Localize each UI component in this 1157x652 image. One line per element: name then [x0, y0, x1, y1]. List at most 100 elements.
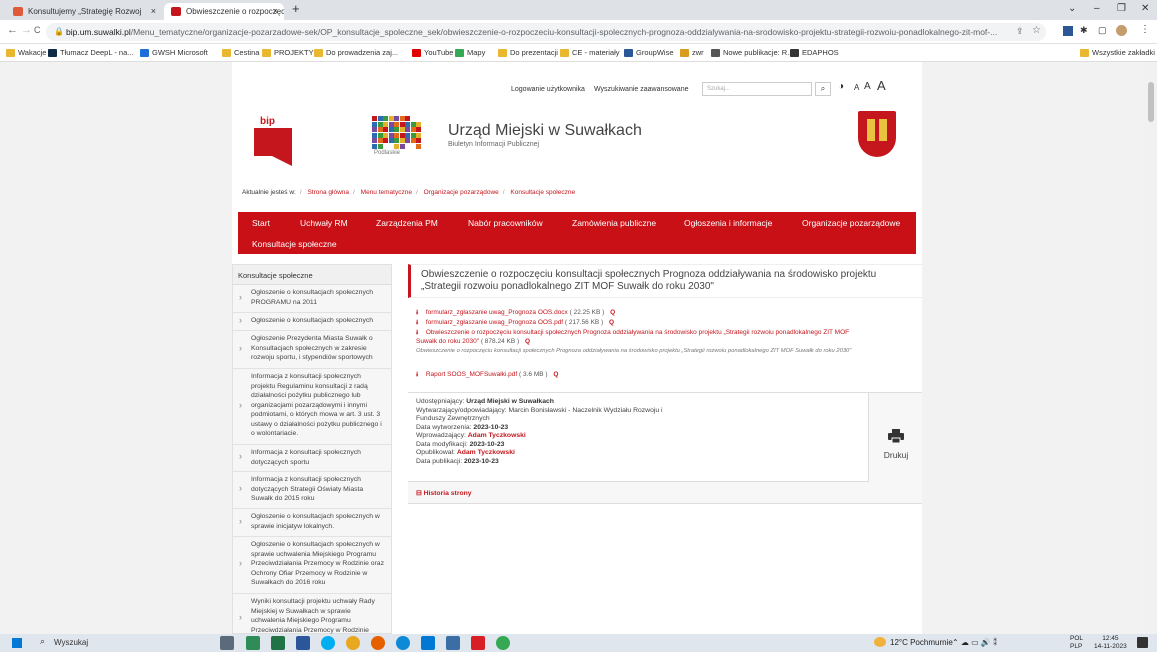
sidebar-item[interactable]: Ogłoszenie o konsultacjach społecznych P… [233, 285, 391, 313]
page-scrollbar[interactable] [1145, 62, 1157, 634]
new-tab-button[interactable]: + [292, 1, 300, 16]
menu-zamowienia[interactable]: Zamówienia publiczne [572, 218, 656, 228]
bookmark-item[interactable]: GroupWise [624, 47, 674, 59]
preview-icon[interactable]: Q [610, 309, 615, 316]
search-icon[interactable]: ⌕ [815, 82, 831, 96]
bookmark-item[interactable]: GWSH Microsoft [140, 47, 208, 59]
sidebar-item[interactable]: Ogłoszenie Prezydenta Miasta Suwałk o Ko… [233, 331, 391, 369]
breadcrumb-home[interactable]: Strona główna [307, 189, 349, 196]
word-icon[interactable] [296, 636, 310, 650]
skype-icon[interactable] [321, 636, 335, 650]
breadcrumb-menu[interactable]: Menu tematyczne [361, 189, 412, 196]
extension-icon[interactable] [1063, 26, 1073, 36]
acrobat-icon[interactable] [471, 636, 485, 650]
attachment-obwieszczenie[interactable]: ⭳ Obwieszczenie o rozpoczęciu konsultacj… [416, 328, 849, 337]
published-by-link[interactable]: Adam Tyczkowski [457, 449, 515, 456]
sidebar-item[interactable]: Informacja z konsultacji społecznych dot… [233, 445, 391, 472]
share-icon[interactable]: ⇪ [1016, 26, 1024, 37]
url-input[interactable]: 🔒 bip.um.suwalki.pl/Menu_tematyczne/orga… [46, 23, 1046, 41]
bookmark-item[interactable]: Wakacje [6, 47, 46, 59]
bookmark-item[interactable]: Cestina [222, 47, 259, 59]
page-history-link[interactable]: ⊟ Historia strony [408, 482, 922, 504]
minimize-button[interactable]: – [1094, 3, 1100, 14]
notifications-icon[interactable] [1137, 637, 1148, 648]
preview-icon[interactable]: Q [525, 338, 530, 345]
menu-start[interactable]: Start [252, 218, 270, 228]
menu-zarzadzenia[interactable]: Zarządzenia PM [376, 218, 438, 228]
sidebar-item[interactable]: Ogłoszenie o konsultacjach społecznych [233, 313, 391, 331]
taskbar-search[interactable]: Wyszukaj [54, 638, 88, 647]
kebab-menu-icon[interactable]: ⋮ [1140, 24, 1150, 35]
breadcrumb-ngo[interactable]: Organizacje pozarządowe [424, 189, 499, 196]
bookmark-item[interactable]: zwr [680, 47, 704, 59]
app-icon[interactable] [271, 636, 285, 650]
tray-icons[interactable]: ⌃ ☁ ▭ 🔊 ⁑ [952, 638, 997, 647]
attachment-raport[interactable]: ⭳ Raport SOOS_MOFSuwałki.pdf ( 3.6 MB ) … [416, 370, 558, 379]
preview-icon[interactable]: Q [609, 319, 614, 326]
chrome-active-icon[interactable] [496, 636, 510, 650]
sidebar-item[interactable]: Wyniki konsultacji projektu uchwały Rady… [233, 594, 391, 634]
puzzle-icon[interactable]: ✱ [1080, 25, 1088, 36]
mail-icon[interactable] [421, 636, 435, 650]
sidebar-item[interactable]: Ogłoszenie o konsultacjach społecznych w… [233, 537, 391, 594]
tab-obwieszczenie[interactable]: Obwieszczenie o rozpoczęciu k × [164, 3, 284, 20]
site-search-input[interactable]: Szukaj... [702, 82, 812, 96]
font-size-medium[interactable]: A [864, 81, 871, 92]
print-button[interactable]: Drukuj [868, 393, 922, 482]
search-icon[interactable]: ⌕ [40, 636, 45, 647]
firefox-icon[interactable] [371, 636, 385, 650]
sidebar-item[interactable]: Ogłoszenie o konsultacjach społecznych w… [233, 509, 391, 537]
bookmark-all[interactable]: Wszystkie zakładki [1080, 47, 1155, 59]
bookmark-item[interactable]: EDAPHOS [790, 47, 839, 59]
contrast-icon[interactable]: ◑ [838, 81, 844, 92]
restore-button[interactable]: ❐ [1117, 3, 1126, 14]
attachment-docx[interactable]: ⭳ formularz_zgłaszanie uwag_Prognoza OOS… [416, 308, 615, 317]
attachment-obwieszczenie-cont[interactable]: Suwałk do roku 2030" ( 878.24 KB ) Q [416, 337, 530, 346]
back-icon[interactable]: ← [7, 24, 18, 36]
menu-konsultacje[interactable]: Konsultacje społeczne [252, 239, 337, 249]
clock[interactable]: 12:45 14-11-2023 [1094, 635, 1127, 650]
windows-start-icon[interactable] [12, 638, 22, 648]
sidebar-item[interactable]: Informacja z konsultacji społecznych pro… [233, 369, 391, 445]
breadcrumb-consultations[interactable]: Konsultacje społeczne [510, 189, 575, 196]
tab-konsultujemy[interactable]: Konsultujemy „Strategię Rozwoj × [6, 3, 162, 20]
edge-icon[interactable] [396, 636, 410, 650]
app-icon[interactable] [246, 636, 260, 650]
bookmark-item[interactable]: YouTube [412, 47, 453, 59]
tab-close-icon[interactable]: × [273, 3, 278, 20]
profile-avatar-icon[interactable] [1116, 25, 1127, 36]
chrome-icon[interactable] [346, 636, 360, 650]
entered-link[interactable]: Adam Tyczkowski [468, 432, 526, 439]
menu-organizacje[interactable]: Organizacje pozarządowe [802, 218, 900, 228]
tab-close-icon[interactable]: × [151, 3, 156, 20]
bookmark-item[interactable]: PROJEKTY [262, 47, 314, 59]
task-view-icon[interactable] [220, 636, 234, 650]
menu-nabor[interactable]: Nabór pracowników [468, 218, 543, 228]
reload-icon[interactable]: C [34, 25, 41, 35]
menu-uchwaly[interactable]: Uchwały RM [300, 218, 348, 228]
lang-indicator[interactable]: POL PLP [1070, 635, 1083, 650]
login-link[interactable]: Logowanie użytkownika [511, 86, 585, 93]
close-window-button[interactable]: ✕ [1141, 3, 1149, 14]
bookmark-item[interactable]: Mapy [455, 47, 485, 59]
bookmark-item[interactable]: CE - materiały [560, 47, 620, 59]
app-icon[interactable] [446, 636, 460, 650]
bookmark-item[interactable]: Do prowadzenia zaj... [314, 47, 398, 59]
scrollbar-thumb[interactable] [1148, 82, 1154, 122]
font-size-large[interactable]: A [877, 78, 886, 93]
menu-ogloszenia[interactable]: Ogłoszenia i informacje [684, 218, 772, 228]
sidepanel-icon[interactable]: ▢ [1098, 25, 1107, 36]
bookmark-star-icon[interactable]: ☆ [1032, 25, 1041, 36]
bookmark-item[interactable]: Do prezentacji [498, 47, 558, 59]
advanced-search-link[interactable]: Wyszukiwanie zaawansowane [594, 86, 688, 93]
tab-search-icon[interactable]: ⌄ [1068, 3, 1076, 14]
forward-icon[interactable]: → [21, 24, 32, 36]
bip-logo[interactable]: bip [254, 116, 294, 166]
preview-icon[interactable]: Q [553, 371, 558, 378]
sidebar-item[interactable]: Informacja z konsultacji społecznych dot… [233, 472, 391, 509]
attachment-pdf[interactable]: ⭳ formularz_zgłaszanie uwag_Prognoza OOS… [416, 318, 614, 327]
weather-text[interactable]: 12°C Pochmurnie [890, 638, 953, 647]
bookmark-item[interactable]: Nowe publikacje: R... [711, 47, 793, 59]
font-size-small[interactable]: A [854, 83, 859, 92]
bookmark-item[interactable]: Tłumacz DeepL - na... [48, 47, 134, 59]
